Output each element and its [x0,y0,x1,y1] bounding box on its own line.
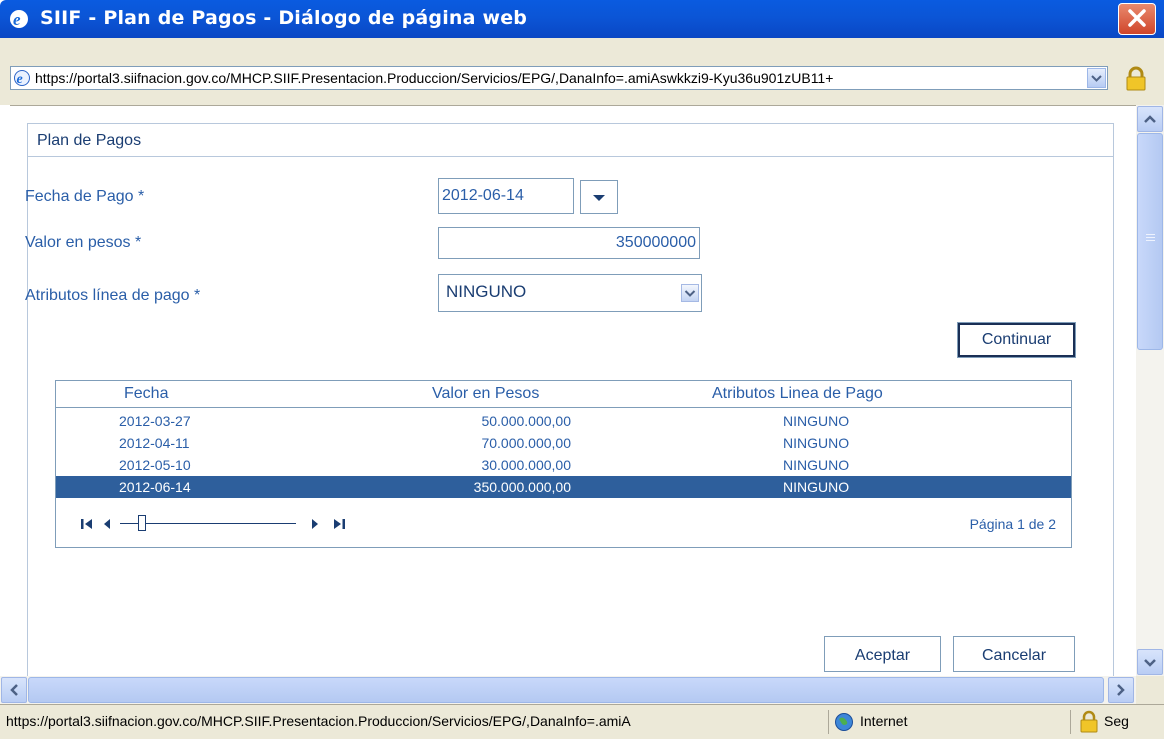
fecha-de-pago-input[interactable]: 2012-06-14 [438,178,574,214]
table-row-selected[interactable]: 2012-06-14 350.000.000,00 NINGUNO [56,476,1071,498]
scroll-down-button[interactable] [1137,649,1163,675]
cell-valor: 70.000.000,00 [481,435,571,451]
cell-atributo: NINGUNO [783,413,850,429]
valor-en-pesos-input[interactable]: 350000000 [438,227,700,259]
globe-icon [835,713,853,731]
ie-logo-icon: e [10,10,28,29]
title-bar: e SIIF - Plan de Pagos - Diálogo de pági… [0,0,1164,38]
table-row[interactable]: 2012-04-11 70.000.000,00 NINGUNO [56,432,1071,454]
previous-page-icon[interactable] [102,517,112,531]
cell-valor: 50.000.000,00 [481,413,571,429]
horizontal-scrollbar[interactable] [0,676,1136,704]
cell-fecha: 2012-06-14 [119,479,191,495]
security-lock-icon[interactable] [1078,710,1100,734]
chevron-down-icon [1144,659,1156,667]
vertical-scroll-thumb[interactable] [1137,133,1163,350]
vertical-scrollbar[interactable] [1136,105,1164,676]
grid-header: Fecha Valor en Pesos Atributos Linea de … [56,381,1071,408]
last-page-icon[interactable] [332,517,346,531]
cell-fecha: 2012-04-11 [119,435,190,451]
grid-pager: Página 1 de 2 [56,509,1071,539]
scroll-up-button[interactable] [1137,106,1163,132]
continuar-button[interactable]: Continuar [957,322,1076,358]
next-page-icon[interactable] [310,517,320,531]
svg-text:e: e [13,10,21,29]
fecha-de-pago-value: 2012-06-14 [442,187,524,204]
cancelar-button[interactable]: Cancelar [953,636,1075,672]
horizontal-scroll-thumb[interactable] [28,677,1104,703]
close-icon [1128,9,1146,27]
chevron-down-icon [1091,75,1102,82]
select-arrow-button[interactable] [681,284,699,302]
valor-en-pesos-value: 350000000 [615,234,696,251]
status-bar: https://portal3.siifnacion.gov.co/MHCP.S… [0,704,1164,739]
table-row[interactable]: 2012-03-27 50.000.000,00 NINGUNO [56,410,1071,432]
close-button[interactable] [1118,3,1156,35]
chevron-left-icon [10,684,18,696]
panel-header: Plan de Pagos [28,124,1113,157]
cell-valor: 30.000.000,00 [481,457,571,473]
calendar-dropdown-button[interactable] [580,180,618,214]
window-title: SIIF - Plan de Pagos - Diálogo de página… [40,7,528,29]
status-security: Seg [1104,713,1129,729]
pager-text: Página 1 de 2 [969,516,1056,532]
atributos-linea-pago-select[interactable]: NINGUNO [438,274,702,312]
column-header-valor[interactable]: Valor en Pesos [432,385,539,403]
chevron-down-icon [684,290,696,297]
scrollbar-corner [1136,676,1164,704]
column-header-fecha[interactable]: Fecha [124,385,168,403]
status-url: https://portal3.siifnacion.gov.co/MHCP.S… [6,713,631,729]
page-slider-handle[interactable] [138,515,146,531]
svg-text:e: e [17,72,23,87]
caret-down-icon [593,195,605,201]
scroll-left-button[interactable] [1,677,27,703]
atributos-linea-pago-label: Atributos línea de pago * [25,287,201,304]
plan-pagos-grid: Fecha Valor en Pesos Atributos Linea de … [55,380,1072,548]
valor-en-pesos-label: Valor en pesos * [25,234,142,251]
panel-title: Plan de Pagos [37,132,142,149]
scroll-right-button[interactable] [1108,677,1134,703]
chevron-up-icon [1144,115,1156,123]
address-dropdown-button[interactable] [1087,68,1106,88]
chevron-right-icon [1117,684,1125,696]
lock-icon[interactable] [1121,66,1151,92]
fecha-de-pago-label: Fecha de Pago * [25,188,145,205]
status-divider [828,710,829,734]
cell-atributo: NINGUNO [783,457,850,473]
cell-fecha: 2012-03-27 [119,413,191,429]
status-zone: Internet [860,713,908,729]
address-url: https://portal3.siifnacion.gov.co/MHCP.S… [35,70,834,86]
atributos-linea-pago-value: NINGUNO [446,282,527,301]
cell-fecha: 2012-05-10 [119,457,191,473]
aceptar-button[interactable]: Aceptar [824,636,941,672]
page-slider-track[interactable] [120,523,296,524]
ie-page-icon: e [14,70,30,87]
cell-valor: 350.000.000,00 [473,479,571,495]
cell-atributo: NINGUNO [783,435,850,451]
first-page-icon[interactable] [80,517,94,531]
address-field[interactable]: e https://portal3.siifnacion.gov.co/MHCP… [10,66,1108,90]
table-row[interactable]: 2012-05-10 30.000.000,00 NINGUNO [56,454,1071,476]
cell-atributo: NINGUNO [783,479,850,495]
column-header-atributos[interactable]: Atributos Linea de Pago [712,385,883,403]
